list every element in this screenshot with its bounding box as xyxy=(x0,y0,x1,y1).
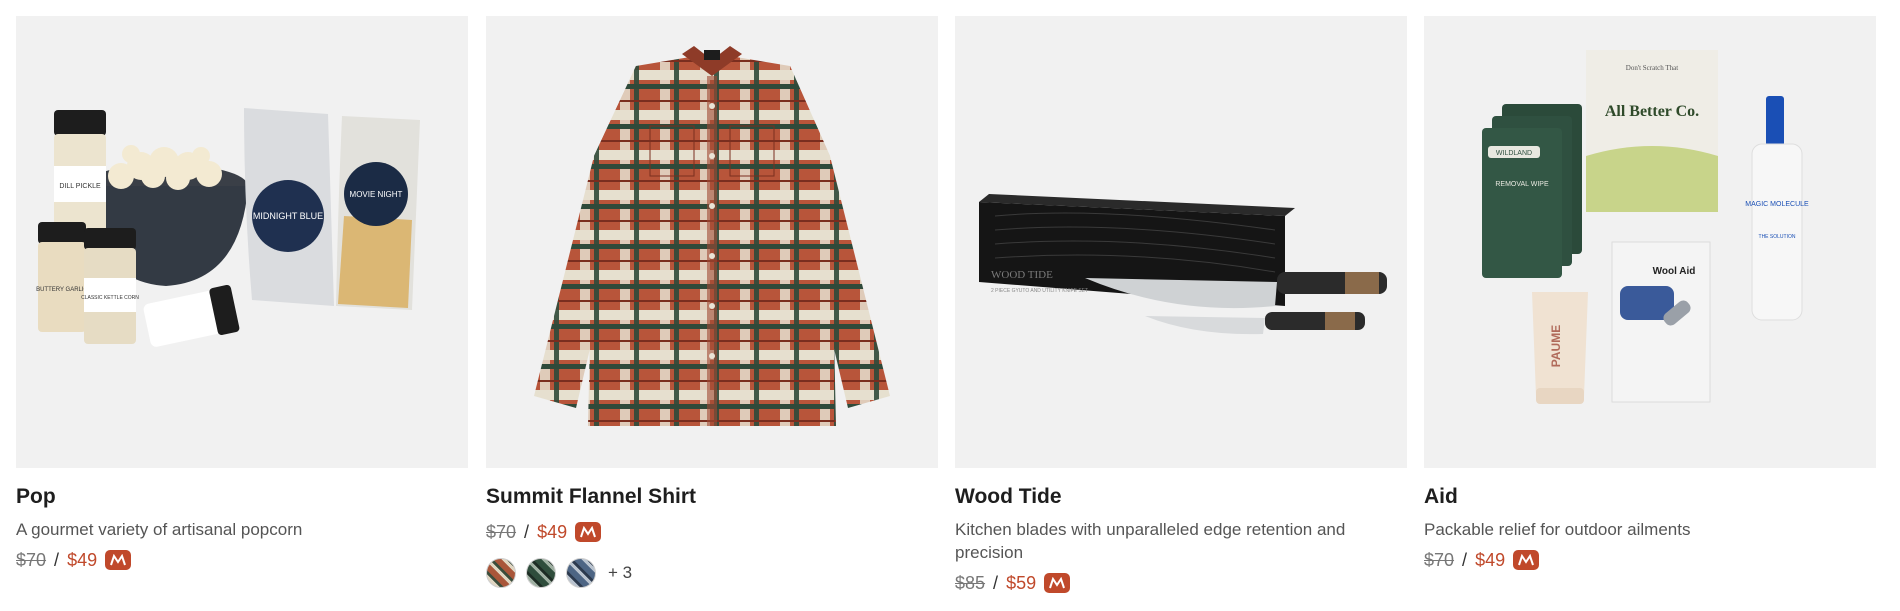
product-image-aid[interactable]: WILDLAND REMOVAL WIPE Don't Scratch That… xyxy=(1424,16,1876,468)
product-description: Packable relief for outdoor ailments xyxy=(1424,520,1691,539)
popcorn-illustration: MIDNIGHT BLUE MOVIE NIGHT DILL PICKLE BU… xyxy=(36,108,420,347)
pack-top-text: Don't Scratch That xyxy=(1626,64,1679,72)
price-row: $70 / $49 xyxy=(16,548,468,572)
jar-label-dill: DILL PICKLE xyxy=(59,183,101,190)
jar-label-kettle: CLASSIC KETTLE CORN xyxy=(81,295,139,301)
product-description: Kitchen blades with unparalleled edge re… xyxy=(955,520,1346,562)
tube-label: PAUME xyxy=(1549,325,1563,367)
bottle-sublabel: THE SOLUTION xyxy=(1759,234,1796,240)
bag-label-midnight: MIDNIGHT BLUE xyxy=(253,211,323,221)
member-badge-icon xyxy=(1513,550,1540,570)
product-image-flannel[interactable] xyxy=(486,16,938,468)
sale-price: $49 xyxy=(1475,550,1506,570)
member-badge-icon xyxy=(105,550,132,570)
jar-label-garlic: BUTTERY GARLIC xyxy=(36,287,88,293)
member-badge-icon xyxy=(575,522,602,542)
flannel-shirt-illustration xyxy=(534,46,890,426)
knife-set-illustration: WOOD TIDE 2 PIECE GYUTO AND UTILITY KNIF… xyxy=(979,194,1387,335)
sale-price: $59 xyxy=(1006,573,1037,593)
product-card-pop[interactable]: MIDNIGHT BLUE MOVIE NIGHT DILL PICKLE BU… xyxy=(16,16,468,572)
original-price: $70 xyxy=(1424,550,1455,570)
product-image-wood-tide[interactable]: WOOD TIDE 2 PIECE GYUTO AND UTILITY KNIF… xyxy=(955,16,1407,468)
box-subtitle: 2 PIECE GYUTO AND UTILITY KNIFE SET xyxy=(991,288,1088,294)
original-price: $70 xyxy=(16,550,47,570)
original-price: $85 xyxy=(955,573,986,593)
price-separator: / xyxy=(524,522,530,542)
swatch-blue-plaid[interactable] xyxy=(566,558,596,588)
more-colors-link[interactable]: + 3 xyxy=(608,563,632,583)
wipes-brand: WILDLAND xyxy=(1496,150,1532,157)
swatch-green-plaid[interactable] xyxy=(526,558,556,588)
original-price: $70 xyxy=(486,522,517,542)
sale-price: $49 xyxy=(67,550,98,570)
color-swatches: + 3 xyxy=(486,558,938,588)
price-separator: / xyxy=(54,550,60,570)
price-row: $70 / $49 xyxy=(1424,548,1876,572)
wipes-text: REMOVAL WIPE xyxy=(1495,181,1549,188)
product-image-pop[interactable]: MIDNIGHT BLUE MOVIE NIGHT DILL PICKLE BU… xyxy=(16,16,468,468)
sale-price: $49 xyxy=(537,522,568,542)
first-aid-kit-illustration: WILDLAND REMOVAL WIPE Don't Scratch That… xyxy=(1482,50,1809,404)
box-brand: WOOD TIDE xyxy=(991,269,1053,281)
price-row: $85 / $59 xyxy=(955,571,1407,595)
member-badge-icon xyxy=(1044,573,1071,593)
product-card-aid[interactable]: WILDLAND REMOVAL WIPE Don't Scratch That… xyxy=(1424,16,1876,572)
price-separator: / xyxy=(993,573,999,593)
product-card-wood-tide[interactable]: WOOD TIDE 2 PIECE GYUTO AND UTILITY KNIF… xyxy=(955,16,1407,595)
bag-label-movie: MOVIE NIGHT xyxy=(350,190,403,199)
product-card-flannel[interactable]: Summit Flannel Shirt $70 / $49 + 3 xyxy=(486,16,938,588)
product-description: A gourmet variety of artisanal popcorn xyxy=(16,520,303,539)
product-title[interactable]: Aid xyxy=(1424,484,1876,510)
bottle-label: MAGIC MOLECULE xyxy=(1745,201,1809,208)
wool-aid-label: Wool Aid xyxy=(1653,266,1696,277)
product-title[interactable]: Summit Flannel Shirt xyxy=(486,484,938,510)
swatch-red-plaid[interactable] xyxy=(486,558,516,588)
product-title[interactable]: Wood Tide xyxy=(955,484,1407,510)
product-title[interactable]: Pop xyxy=(16,484,468,510)
pack-brand: All Better Co. xyxy=(1605,103,1699,120)
price-separator: / xyxy=(1462,550,1468,570)
price-row: $70 / $49 xyxy=(486,520,938,544)
product-grid: MIDNIGHT BLUE MOVIE NIGHT DILL PICKLE BU… xyxy=(0,0,1900,611)
